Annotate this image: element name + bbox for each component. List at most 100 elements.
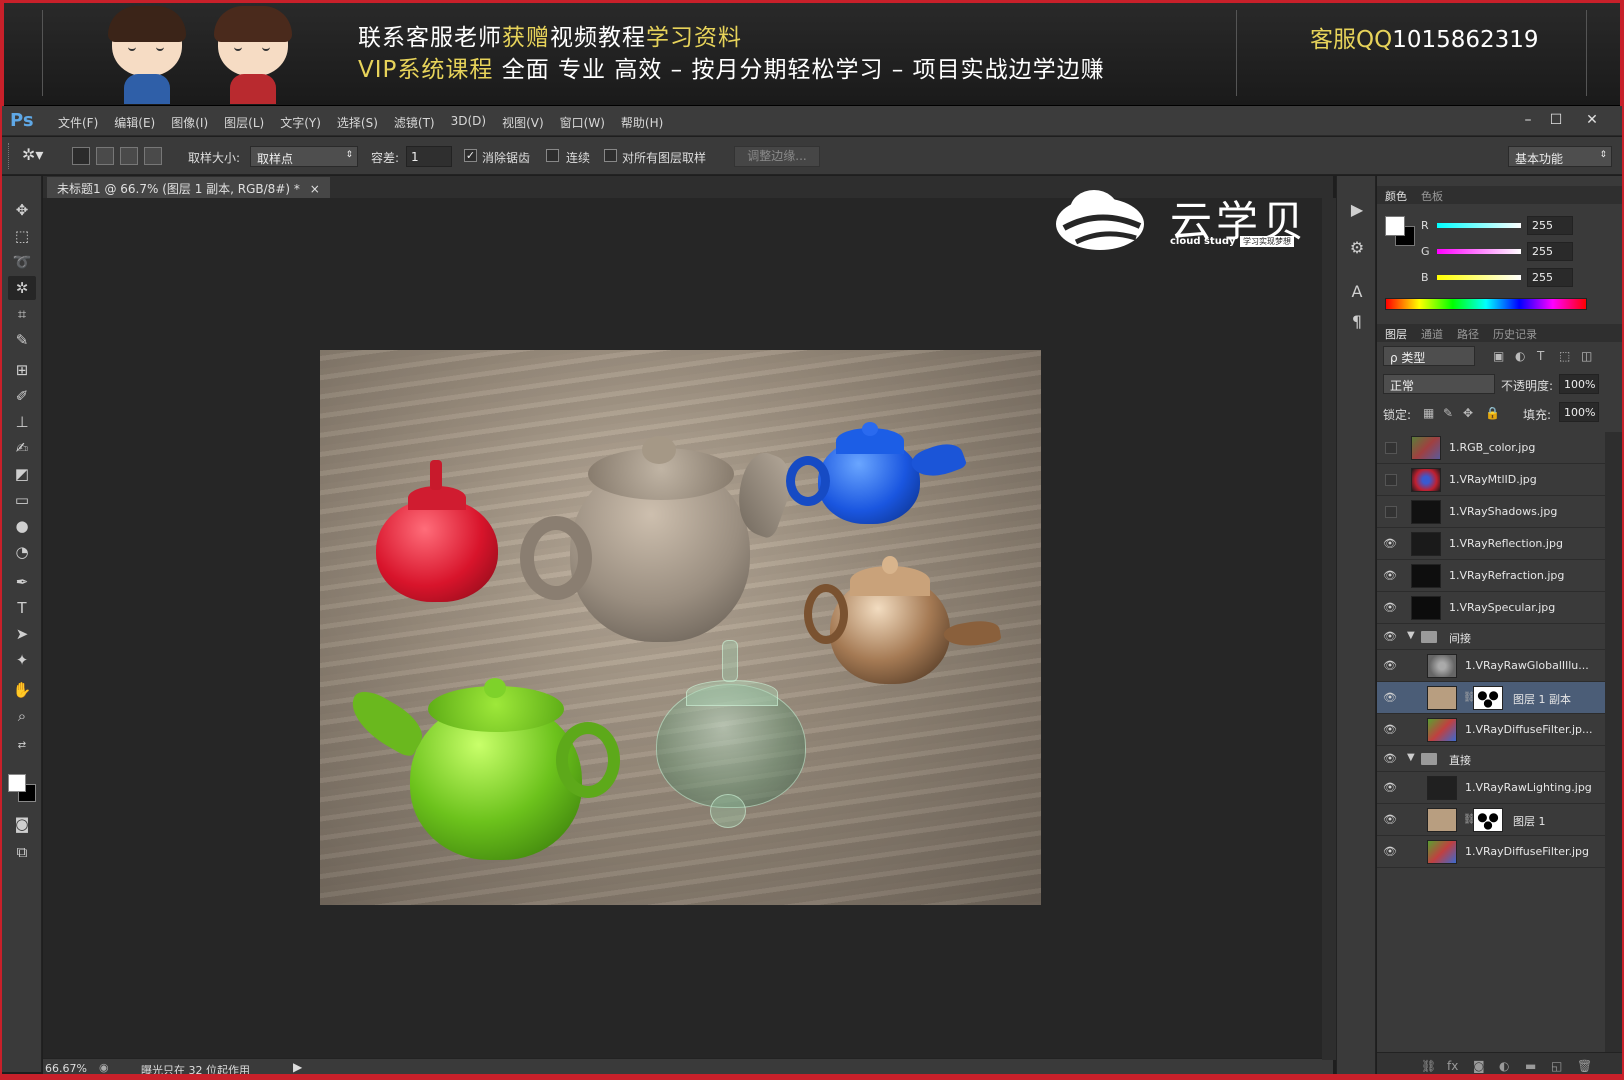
tab-layers[interactable]: 图层 [1385,326,1407,342]
healing-brush-tool-icon[interactable]: ⊞ [8,358,36,382]
layer-group-row[interactable]: 👁 ▼ 直接 [1377,746,1605,772]
intersect-selection-icon[interactable] [144,147,162,165]
contiguous-checkbox[interactable] [546,149,559,162]
lock-pixels-icon[interactable]: ✎ [1443,406,1453,420]
visibility-toggle[interactable] [1385,506,1397,518]
new-layer-icon[interactable]: ◱ [1551,1059,1562,1073]
adjustment-layer-icon[interactable]: ◐ [1499,1059,1509,1073]
adjustments-icon[interactable]: ⚙ [1345,236,1369,260]
green-slider[interactable]: G 255 [1421,242,1621,261]
status-menu-arrow-icon[interactable]: ▶ [293,1060,302,1074]
workspace-select[interactable]: 基本功能 ⇕ [1508,146,1612,167]
menu-edit[interactable]: 编辑(E) [106,114,163,131]
collapse-triangle-icon[interactable]: ▼ [1407,630,1415,641]
canvas-scrollbar[interactable] [1322,198,1336,1060]
zoom-tool-icon[interactable]: ⌕ [8,704,36,728]
hand-tool-icon[interactable]: ✋ [8,678,36,702]
layer-row[interactable]: 👁 1.VRayReflection.jpg [1377,528,1605,560]
eye-icon[interactable]: 👁 [1383,630,1397,644]
color-spectrum-ramp[interactable] [1385,298,1587,310]
eye-icon[interactable]: 👁 [1383,691,1397,705]
quick-mask-icon[interactable]: ◙ [8,812,36,836]
new-group-icon[interactable]: ▬ [1525,1059,1536,1073]
subtract-selection-icon[interactable] [120,147,138,165]
gradient-tool-icon[interactable]: ▭ [8,488,36,512]
layer-row[interactable]: 1.VRayShadows.jpg [1377,496,1605,528]
menu-view[interactable]: 视图(V) [494,114,552,131]
lock-transparency-icon[interactable]: ▦ [1423,406,1434,420]
tolerance-input[interactable]: 1 [406,146,452,167]
menu-image[interactable]: 图像(I) [163,114,216,131]
layer-row[interactable]: 👁 1.VRayDiffuseFilter.jpg [1377,836,1605,868]
sample-size-select[interactable]: 取样点 ⇕ [250,146,358,167]
paragraph-panel-icon[interactable]: ¶ [1345,310,1369,334]
menu-type[interactable]: 文字(Y) [272,114,329,131]
red-slider[interactable]: R 255 [1421,216,1621,235]
layer-row[interactable]: 👁 1.VRayRefraction.jpg [1377,560,1605,592]
layer-filter-select[interactable]: ρ 类型 [1383,346,1475,366]
layer-mask-thumbnail[interactable] [1473,808,1503,832]
magic-wand-preset-icon[interactable]: ✲▾ [22,145,56,167]
foreground-color-swatch[interactable] [8,774,26,792]
screen-mode-icon[interactable]: ⧉ [8,840,36,864]
opacity-input[interactable]: 100% [1559,374,1599,394]
add-selection-icon[interactable] [96,147,114,165]
refine-edge-button[interactable]: 调整边缘... [734,146,820,167]
layer-style-icon[interactable]: fx [1447,1059,1458,1073]
collapse-triangle-icon[interactable]: ▼ [1407,752,1415,763]
eye-icon[interactable]: 👁 [1383,659,1397,673]
eye-icon[interactable]: 👁 [1383,601,1397,615]
add-mask-icon[interactable]: ◙ [1473,1059,1485,1073]
image-filter-icon[interactable]: ▣ [1493,349,1504,363]
eye-icon[interactable]: 👁 [1383,781,1397,795]
blur-tool-icon[interactable]: ● [8,514,36,538]
blend-mode-select[interactable]: 正常 [1383,374,1495,394]
tab-paths[interactable]: 路径 [1457,326,1479,342]
layer-row[interactable]: 👁 ⛓ 图层 1 [1377,804,1605,836]
visibility-toggle[interactable] [1385,474,1397,486]
tab-channels[interactable]: 通道 [1421,326,1443,342]
fill-input[interactable]: 100% [1559,402,1599,422]
tab-swatches[interactable]: 色板 [1421,188,1443,204]
menu-layer[interactable]: 图层(L) [216,114,272,131]
green-value-input[interactable]: 255 [1527,242,1573,261]
eye-icon[interactable]: 👁 [1383,813,1397,827]
eye-icon[interactable]: 👁 [1383,752,1397,766]
smart-object-filter-icon[interactable]: ◫ [1581,349,1592,363]
layer-row[interactable]: 1.RGB_color.jpg [1377,432,1605,464]
type-filter-icon[interactable]: T [1537,349,1544,363]
layer-row[interactable]: 👁 1.VRayDiffuseFilter.jp... [1377,714,1605,746]
shape-tool-icon[interactable]: ✦ [8,648,36,672]
menu-help[interactable]: 帮助(H) [613,114,671,131]
magic-wand-tool-icon[interactable]: ✲ [8,276,36,300]
adjustment-filter-icon[interactable]: ◐ [1515,349,1525,363]
menu-3d[interactable]: 3D(D) [443,114,494,131]
layer-row[interactable]: 👁 1.VRayRawGlobalIllu... [1377,650,1605,682]
panel-foreground-swatch[interactable] [1385,216,1405,236]
play-actions-icon[interactable]: ▶ [1345,198,1369,222]
move-tool-icon[interactable]: ✥ [8,198,36,222]
canvas-area[interactable] [43,198,1333,1060]
tab-history[interactable]: 历史记录 [1493,326,1537,342]
red-track[interactable] [1437,223,1521,228]
minimize-button[interactable]: – [1516,110,1540,130]
eye-icon[interactable]: 👁 [1383,537,1397,551]
lock-all-icon[interactable]: 🔒 [1485,406,1500,420]
menu-select[interactable]: 选择(S) [329,114,386,131]
character-panel-icon[interactable]: A [1345,280,1369,304]
anti-alias-checkbox[interactable]: ✓ [464,149,477,162]
history-brush-tool-icon[interactable]: ✍ [8,436,36,460]
clone-stamp-tool-icon[interactable]: ⊥ [8,410,36,434]
visibility-toggle[interactable] [1385,442,1397,454]
dodge-tool-icon[interactable]: ◔ [8,540,36,564]
path-selection-tool-icon[interactable]: ➤ [8,622,36,646]
swap-colors-icon[interactable]: ⇄ [8,734,36,758]
info-icon[interactable]: ◉ [99,1061,109,1074]
close-button[interactable]: ✕ [1580,110,1604,130]
menu-file[interactable]: 文件(F) [50,114,106,131]
layer-mask-thumbnail[interactable] [1473,686,1503,710]
teapot-render-image[interactable] [320,350,1041,905]
link-layers-icon[interactable]: ⛓ [1421,1059,1436,1073]
shape-filter-icon[interactable]: ⬚ [1559,349,1570,363]
menu-window[interactable]: 窗口(W) [552,114,613,131]
